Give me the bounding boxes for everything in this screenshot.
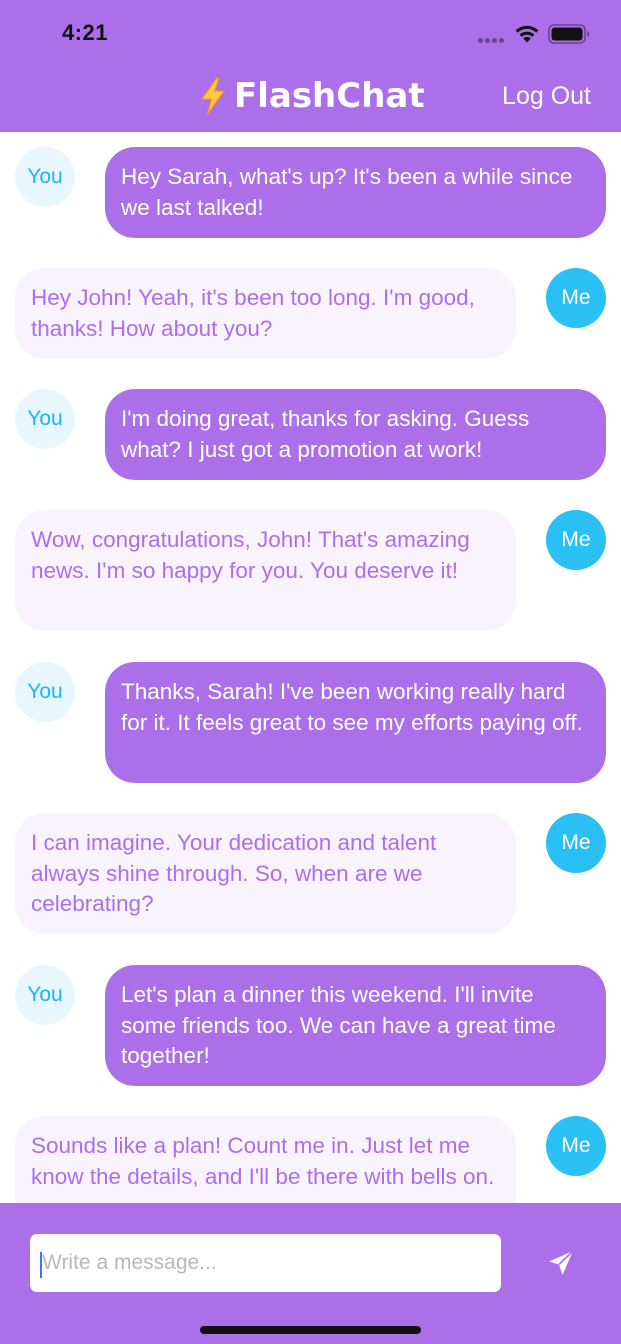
lightning-bolt-icon: [201, 77, 225, 115]
logout-button[interactable]: Log Out: [502, 82, 591, 111]
battery-icon: [548, 24, 590, 44]
cellular-signal-icon: [478, 38, 506, 44]
sender-avatar-you: You: [15, 965, 75, 1025]
sender-avatar-me: Me: [546, 268, 606, 328]
sender-avatar-me: Me: [546, 510, 606, 570]
message-bubble: I'm doing great, thanks for asking. Gues…: [105, 389, 606, 480]
composer-bar: [0, 1203, 621, 1344]
message-bubble: Hey Sarah, what's up? It's been a while …: [105, 147, 606, 238]
message-bubble: Hey John! Yeah, it's been too long. I'm …: [15, 268, 516, 359]
message-bubble: Sounds like a plan! Count me in. Just le…: [15, 1116, 516, 1203]
message-list[interactable]: You Hey Sarah, what's up? It's been a wh…: [0, 132, 621, 1203]
status-time: 4:21: [62, 20, 109, 45]
sender-avatar-me: Me: [546, 1116, 606, 1176]
message-bubble: I can imagine. Your dedication and talen…: [15, 813, 516, 934]
app-brand: FlashChat: [198, 74, 425, 118]
sender-avatar-you: You: [15, 147, 75, 207]
wifi-icon: [515, 25, 539, 43]
send-button[interactable]: [539, 1241, 583, 1285]
message-bubble: Wow, congratulations, John! That's amazi…: [15, 510, 516, 631]
message-bubble: Let's plan a dinner this weekend. I'll i…: [105, 965, 606, 1086]
paper-plane-icon: [549, 1250, 574, 1275]
app-title: FlashChat: [234, 76, 425, 116]
message-input[interactable]: [30, 1234, 501, 1292]
text-cursor: [40, 1252, 42, 1278]
sender-avatar-you: You: [15, 662, 75, 722]
home-indicator: [200, 1326, 421, 1334]
navigation-bar: 4:21 FlashChat Log Out: [0, 0, 621, 132]
message-bubble: Thanks, Sarah! I've been working really …: [105, 662, 606, 783]
sender-avatar-you: You: [15, 389, 75, 449]
sender-avatar-me: Me: [546, 813, 606, 873]
